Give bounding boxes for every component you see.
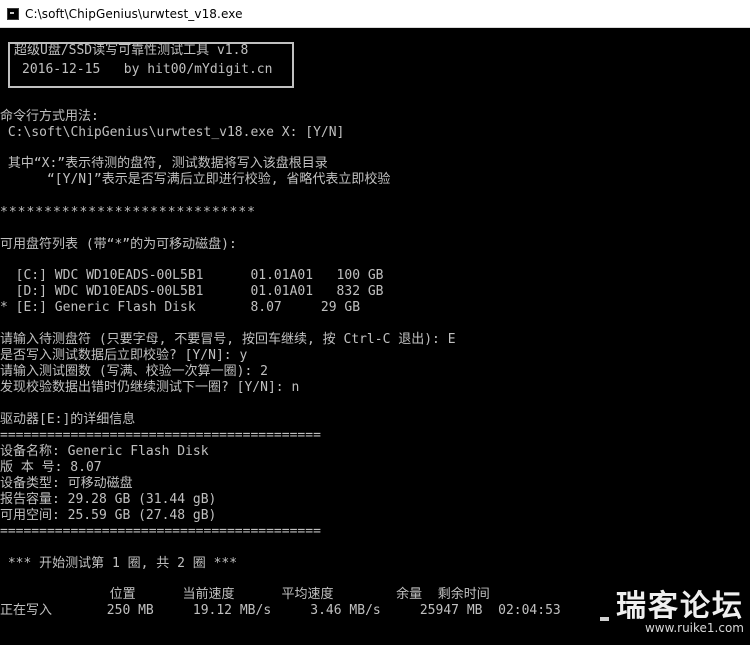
console-app-icon (7, 7, 19, 20)
drive-list-heading: 可用盘符列表 (带“*”的为可移动磁盘): (0, 237, 237, 252)
drive-list-item: [D:] WDC WD10EADS-00L5B1 01.01A01 832 GB (0, 284, 384, 299)
detail-row-capacity: 报告容量: 29.28 GB (31.44 gB) (0, 492, 217, 507)
banner-date-author: 2016-12-15 by hit00/mYdigit.cn (22, 62, 273, 77)
text-cursor (600, 617, 609, 621)
title-bar[interactable]: C:\soft\ChipGenius\urwtest_v18.exe (0, 0, 750, 28)
details-rule-top: ========================================… (0, 428, 321, 443)
detail-row-version: 版 本 号: 8.07 (0, 460, 102, 475)
window-title: C:\soft\ChipGenius\urwtest_v18.exe (25, 6, 243, 21)
usage-heading: 命令行方式用法: (0, 109, 99, 124)
details-heading: 驱动器[E:]的详细信息 (0, 412, 136, 427)
usage-note-drive: 其中“X:”表示待测的盘符, 测试数据将写入该盘根目录 (0, 156, 328, 171)
detail-row-free-space: 可用空间: 25.59 GB (27.48 gB) (0, 508, 217, 523)
stars-separator: ***************************** (0, 205, 256, 220)
watermark-logo-text: 瑞客论坛 (616, 589, 744, 624)
detail-row-name: 设备名称: Generic Flash Disk (0, 444, 209, 459)
drive-list-item: [C:] WDC WD10EADS-00L5B1 01.01A01 100 GB (0, 268, 384, 283)
detail-row-type: 设备类型: 可移动磁盘 (0, 476, 133, 491)
console-output[interactable]: 超级U盘/SSD读写可靠性测试工具 v1.8 2016-12-15 by hit… (0, 27, 750, 645)
prompt-verify: 是否写入测试数据后立即校验? [Y/N]: y (0, 348, 248, 363)
usage-note-verify: “[Y/N]”表示是否写满后立即进行校验, 省略代表立即校验 (0, 172, 391, 187)
test-round-header: *** 开始测试第 1 圈, 共 2 圈 *** (0, 556, 238, 571)
usage-command: C:\soft\ChipGenius\urwtest_v18.exe X: [Y… (0, 125, 345, 140)
details-rule-bottom: ========================================… (0, 524, 321, 539)
prompt-rounds: 请输入测试圈数 (写满、校验一次算一圈): 2 (0, 364, 268, 379)
progress-column-headers: 位置 当前速度 平均速度 余量 剩余时间 (0, 587, 490, 602)
drive-list-item: * [E:] Generic Flash Disk 8.07 29 GB (0, 300, 361, 315)
prompt-continue-on-error: 发现校验数据出错时仍继续测试下一圈? [Y/N]: n (0, 380, 300, 395)
watermark: 瑞客论坛 www.ruike1.com (616, 581, 744, 635)
prompt-drive-letter: 请输入待测盘符 (只要字母, 不要冒号, 按回车继续, 按 Ctrl-C 退出)… (0, 332, 456, 347)
banner-title: 超级U盘/SSD读写可靠性测试工具 v1.8 (14, 43, 249, 58)
console-window: C:\soft\ChipGenius\urwtest_v18.exe 超级U盘/… (0, 0, 750, 645)
progress-status-row: 正在写入 250 MB 19.12 MB/s 3.46 MB/s 25947 M… (0, 603, 561, 618)
